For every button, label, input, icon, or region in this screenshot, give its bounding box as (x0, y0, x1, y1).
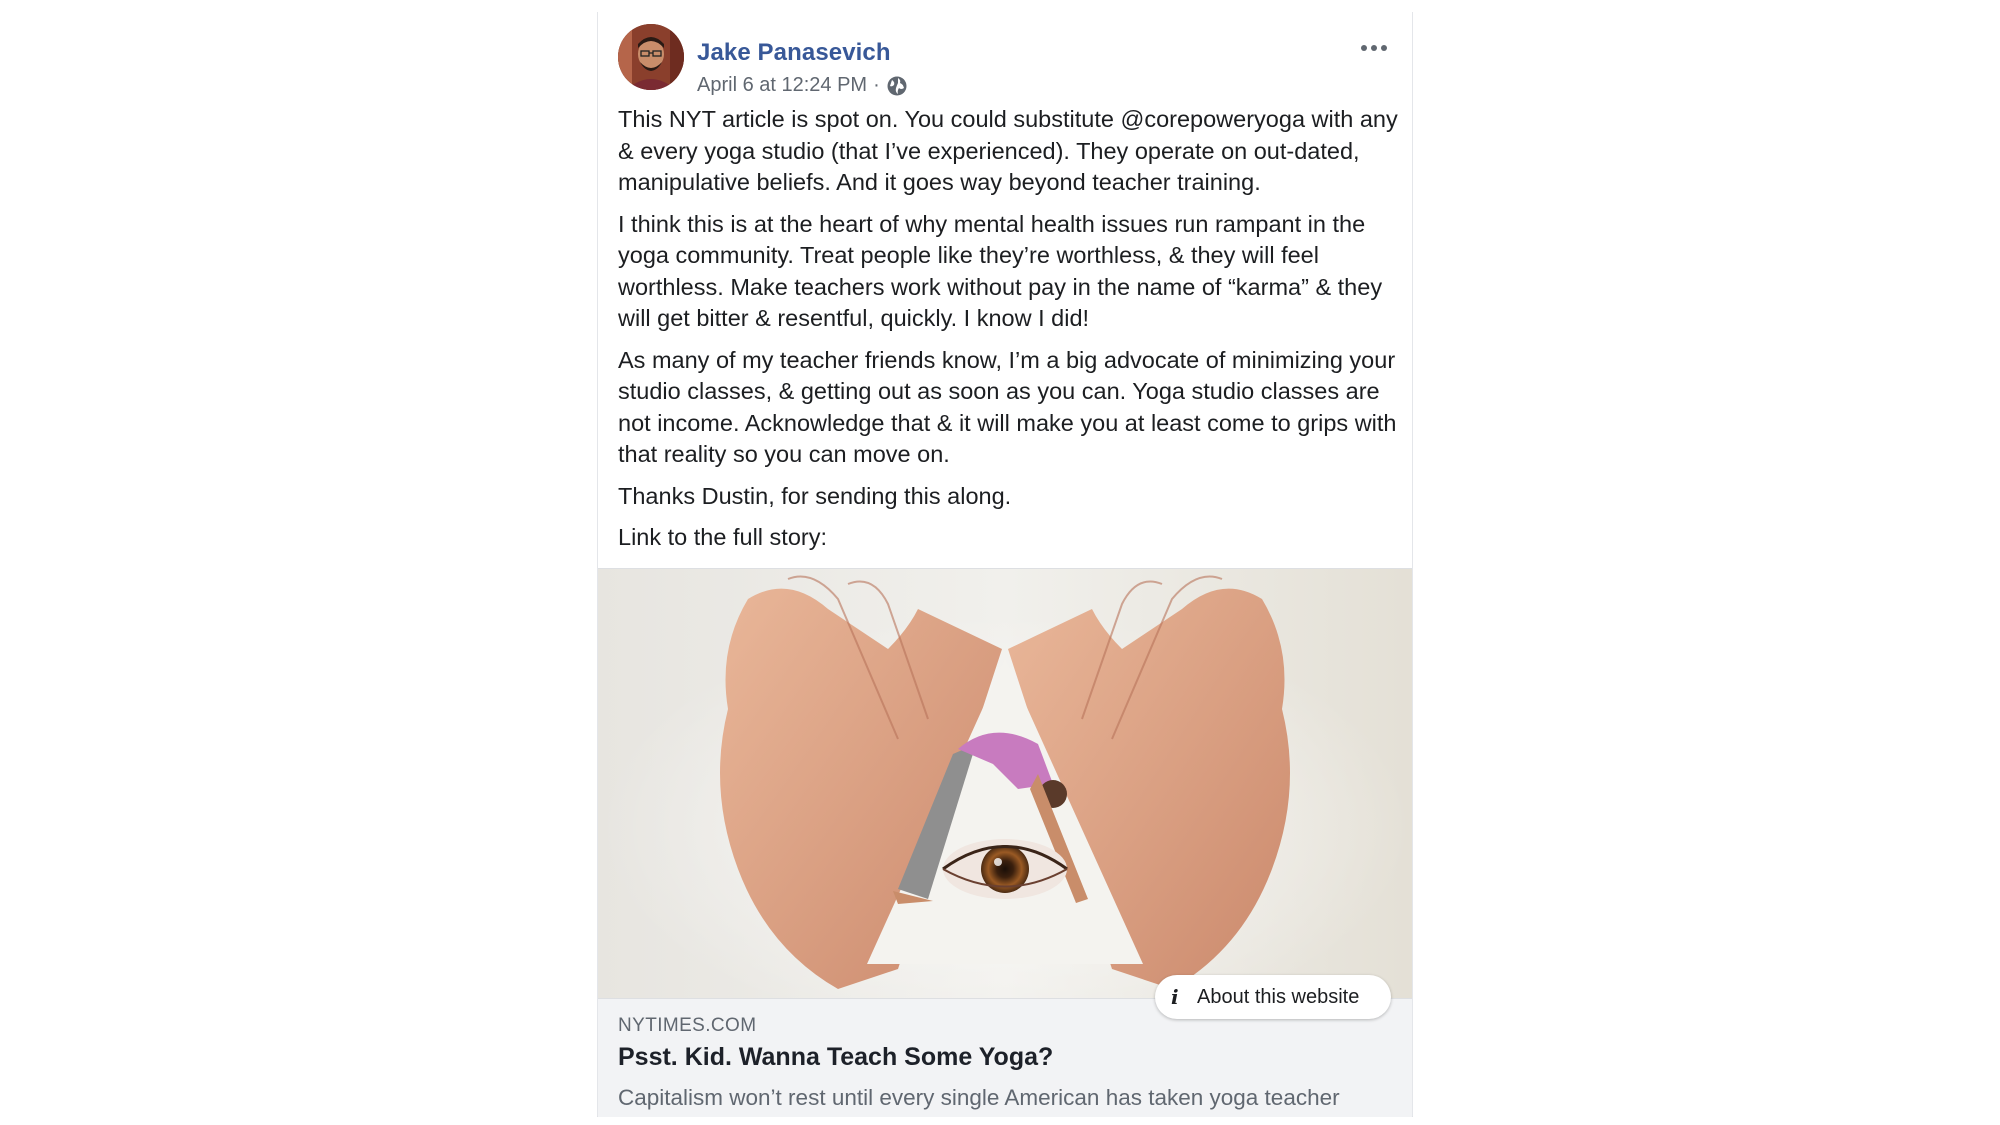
post-meta: April 6 at 12:24 PM · (697, 74, 908, 97)
post-paragraph: Link to the full story: (618, 524, 827, 550)
link-headline[interactable]: Psst. Kid. Wanna Teach Some Yoga? (618, 1043, 1053, 1072)
avatar[interactable] (618, 24, 684, 90)
globe-icon[interactable] (886, 75, 908, 97)
post-text: This NYT article is spot on. You could s… (618, 104, 1408, 564)
hands-triangle-yoga-eye-image (598, 569, 1412, 999)
post-paragraph: As many of my teacher friends know, I’m … (618, 346, 1397, 468)
link-domain: NYTIMES.COM (618, 1015, 757, 1036)
meta-separator: · (873, 74, 880, 96)
post-paragraph: This NYT article is spot on. You could s… (618, 106, 1398, 195)
post-paragraph: Thanks Dustin, for sending this along. (618, 482, 1012, 509)
post-timestamp[interactable]: April 6 at 12:24 PM (697, 74, 867, 97)
author-name[interactable]: Jake Panasevich (697, 39, 891, 67)
post-paragraph: I think this is at the heart of why ment… (618, 210, 1383, 332)
facebook-post: Jake Panasevich April 6 at 12:24 PM · Th… (597, 12, 1413, 1117)
about-this-website-button[interactable]: i About this website (1155, 975, 1391, 1019)
more-options-icon[interactable] (1356, 36, 1392, 60)
post-header: Jake Panasevich April 6 at 12:24 PM · (618, 24, 1392, 96)
avatar-portrait (618, 24, 684, 90)
link-description: Capitalism won’t rest until every single… (618, 1085, 1340, 1110)
info-icon: i (1171, 985, 1179, 1009)
about-this-website-label: About this website (1197, 985, 1360, 1008)
link-preview-image[interactable] (598, 568, 1412, 999)
